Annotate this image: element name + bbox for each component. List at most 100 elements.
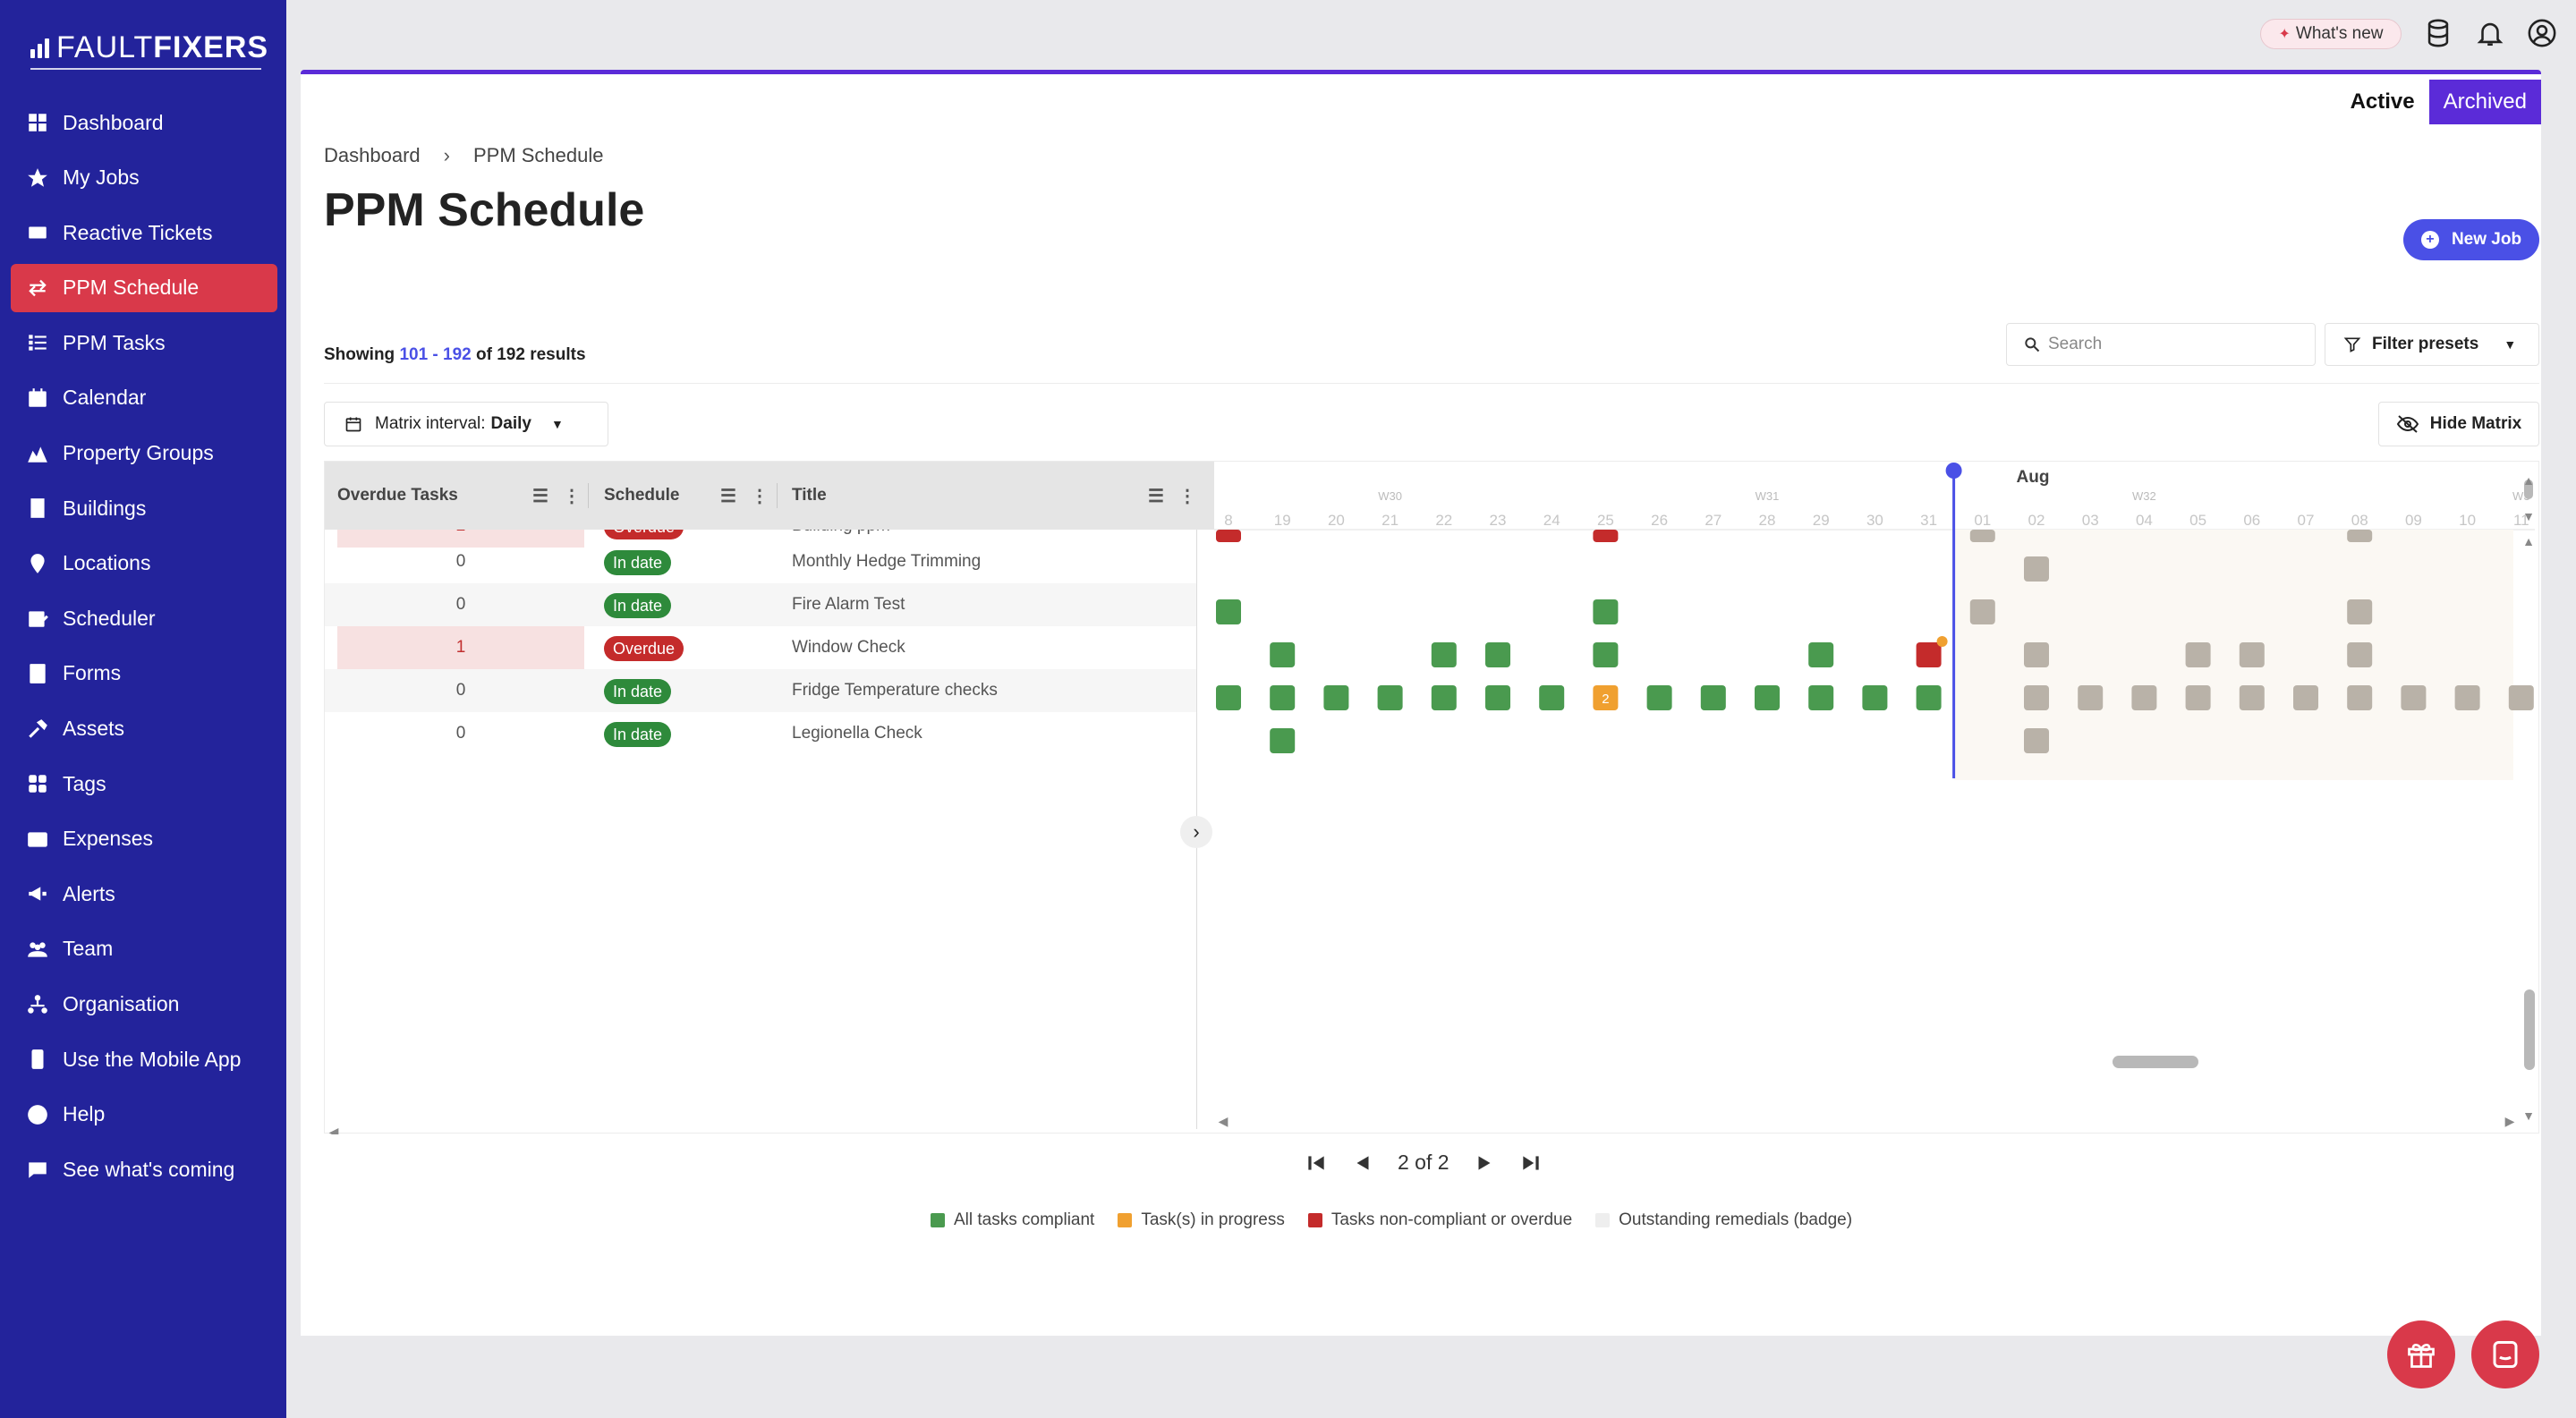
day-label: 26	[1651, 512, 1668, 529]
horizontal-scrollbar-thumb	[2113, 1056, 2198, 1068]
sidebar-item-locations[interactable]: Locations	[11, 539, 277, 588]
sidebar-item-help[interactable]: Help	[11, 1091, 277, 1139]
org-icon	[25, 992, 50, 1017]
day-label: 01	[1974, 512, 1991, 529]
sidebar-item-label: PPM Tasks	[63, 330, 166, 354]
gift-button[interactable]	[2387, 1320, 2455, 1388]
sidebar-item-see-what-s-coming[interactable]: See what's coming	[11, 1145, 277, 1193]
sidebar-item-label: Forms	[63, 661, 122, 685]
schedule-cell	[2185, 685, 2211, 710]
whats-new-button[interactable]: ✦ What's new	[2260, 19, 2402, 49]
day-label: 22	[1435, 512, 1452, 529]
remedial-badge	[1936, 636, 1948, 647]
edit-calendar-icon	[25, 606, 50, 631]
legend-item: Outstanding remedials (badge)	[1595, 1210, 1852, 1230]
sidebar-item-expenses[interactable]: Expenses	[11, 815, 277, 863]
search-input[interactable]: Search	[2006, 323, 2316, 366]
sidebar-item-use-the-mobile-app[interactable]: Use the Mobile App	[11, 1035, 277, 1083]
schedule-cell	[2078, 685, 2104, 710]
filter-presets-dropdown[interactable]: Filter presets ▼	[2325, 323, 2539, 366]
database-icon[interactable]	[2423, 18, 2453, 48]
sidebar-item-label: See what's coming	[63, 1157, 235, 1181]
schedule-cell	[1485, 642, 1510, 667]
day-label: 29	[1813, 512, 1830, 529]
hide-matrix-button[interactable]: Hide Matrix	[2378, 402, 2539, 446]
schedule-cell	[1216, 599, 1241, 624]
sidebar-item-dashboard[interactable]: Dashboard	[11, 98, 277, 147]
whats-new-label: What's new	[2295, 24, 2384, 43]
sidebar-item-ppm-tasks[interactable]: PPM Tasks	[11, 318, 277, 367]
arrow-down-icon: ▼	[2522, 509, 2535, 523]
caret-down-icon: ▼	[2504, 337, 2517, 352]
day-label: 23	[1490, 512, 1507, 529]
sparkle-icon: ✦	[2278, 27, 2291, 42]
sidebar-nav: Dashboard My Jobs Reactive Tickets PPM Sche…	[11, 98, 277, 1201]
sidebar-item-buildings[interactable]: Buildings	[11, 484, 277, 532]
schedule-cell	[1808, 642, 1834, 667]
legend-swatch	[1307, 1213, 1322, 1227]
sidebar-item-tags[interactable]: Tags	[11, 760, 277, 808]
schedule-cell	[1700, 685, 1726, 710]
user-account-icon[interactable]	[2527, 18, 2557, 48]
logo[interactable]: FAULTFIXERS	[30, 30, 268, 65]
sidebar-item-forms[interactable]: Forms	[11, 650, 277, 698]
gift-icon	[2408, 1343, 2435, 1368]
schedule-cell	[1485, 685, 1510, 710]
first-page-icon[interactable]	[1305, 1151, 1328, 1175]
schedule-cell	[1808, 685, 1834, 710]
day-label: 28	[1759, 512, 1776, 529]
day-label: 04	[2136, 512, 2153, 529]
month-label: Aug	[2017, 468, 2050, 487]
grid-icon	[25, 110, 50, 135]
sidebar-item-team[interactable]: Team	[11, 925, 277, 973]
schedule-cell	[2185, 642, 2211, 667]
arrow-up-icon: ▲	[2522, 534, 2535, 548]
sidebar-item-scheduler[interactable]: Scheduler	[11, 594, 277, 642]
page-indicator: 2 of 2	[1398, 1151, 1450, 1174]
sidebar-item-ppm-schedule[interactable]: PPM Schedule	[11, 263, 277, 312]
sidebar-item-label: Use the Mobile App	[63, 1047, 242, 1071]
page-title: PPM Schedule	[324, 184, 645, 236]
sidebar-item-my-jobs[interactable]: My Jobs	[11, 154, 277, 202]
sidebar-item-property-groups[interactable]: Property Groups	[11, 429, 277, 478]
chat-support-button[interactable]	[2471, 1320, 2539, 1388]
bell-icon[interactable]	[2475, 18, 2505, 48]
vertical-scrollbar-thumb	[2524, 989, 2535, 1070]
sidebar-item-label: Buildings	[63, 496, 147, 520]
info-icon	[25, 1102, 50, 1127]
breadcrumb-dashboard[interactable]: Dashboard	[324, 144, 421, 167]
divider	[324, 383, 2539, 384]
schedule-cell	[1539, 685, 1565, 710]
sidebar-item-assets[interactable]: Assets	[11, 705, 277, 753]
previous-page-icon[interactable]	[1351, 1151, 1374, 1175]
schedule-cell	[1377, 685, 1403, 710]
sidebar-item-reactive-tickets[interactable]: Reactive Tickets	[11, 208, 277, 257]
tab-active[interactable]: Active	[2336, 80, 2429, 124]
sidebar-item-calendar[interactable]: Calendar	[11, 374, 277, 422]
sidebar-item-alerts[interactable]: Alerts	[11, 870, 277, 918]
sidebar-item-label: Alerts	[63, 881, 115, 905]
sidebar-item-label: Assets	[63, 717, 125, 741]
day-label: 02	[2028, 512, 2045, 529]
sidebar-item-organisation[interactable]: Organisation	[11, 981, 277, 1029]
logo-wordmark: FAULTFIXERS	[56, 30, 268, 65]
matrix-interval-label: Matrix interval:	[375, 414, 486, 433]
next-page-icon[interactable]	[1473, 1151, 1496, 1175]
ppm-grid: Overdue Tasks ☰⋮ Schedule ☰⋮ Title ☰⋮ 2	[324, 461, 2539, 1134]
arrow-down-icon: ▼	[2522, 1108, 2535, 1123]
arrow-left-icon: ◀	[329, 1125, 339, 1134]
new-job-button[interactable]: + New Job	[2403, 219, 2539, 260]
swap-icon	[25, 276, 50, 301]
calendar-icon	[345, 417, 361, 432]
tab-archived[interactable]: Archived	[2428, 80, 2541, 124]
filter-presets-label: Filter presets	[2372, 335, 2479, 353]
schedule-cell	[2347, 599, 2373, 624]
day-label: 03	[2082, 512, 2099, 529]
breadcrumb-current: PPM Schedule	[472, 144, 604, 166]
chevron-right-icon: ›	[443, 144, 450, 166]
last-page-icon[interactable]	[1519, 1151, 1543, 1175]
week-label: W31	[1756, 489, 1780, 503]
schedule-cell	[2131, 685, 2157, 710]
city-icon	[25, 441, 50, 466]
matrix-interval-dropdown[interactable]: Matrix interval: Daily ▼	[324, 402, 608, 446]
